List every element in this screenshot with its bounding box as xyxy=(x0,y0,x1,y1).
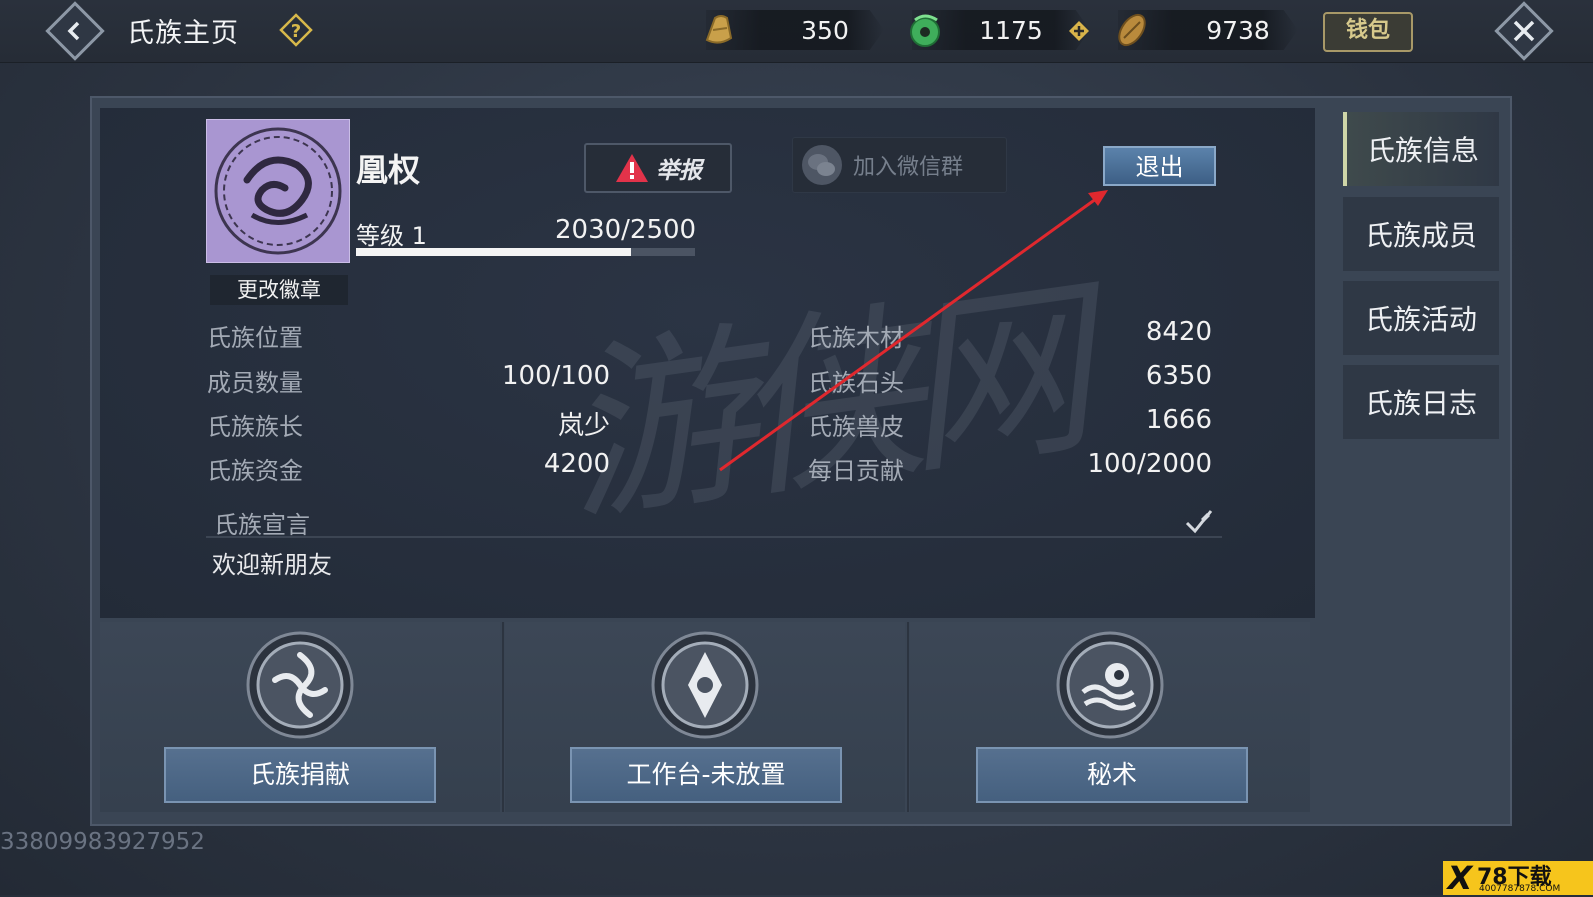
logo-x-mark: X xyxy=(1447,859,1473,897)
clan-level: 等级 1 xyxy=(356,222,427,250)
clan-emblem[interactable] xyxy=(206,119,350,263)
exp-progress-bar xyxy=(356,248,695,256)
top-bar: 氏族主页 ? 350 1175 9738 钱包 xyxy=(0,0,1593,63)
logo-sub-text: 4007787878.COM xyxy=(1479,884,1561,894)
tab-clan-activities[interactable]: 氏族活动 xyxy=(1343,281,1499,355)
stat-label-hide: 氏族兽皮 xyxy=(808,413,904,441)
help-icon[interactable]: ? xyxy=(279,13,313,47)
clan-exp: 2030/2500 xyxy=(555,215,697,245)
site-logo: X 78下载 4007787878.COM xyxy=(1443,859,1593,897)
edit-declaration-icon[interactable] xyxy=(1183,505,1215,537)
stat-value-funds: 4200 xyxy=(543,449,610,479)
stat-label-leader: 氏族族长 xyxy=(207,413,303,441)
join-wechat-group-label: 加入微信群 xyxy=(853,155,964,180)
close-button[interactable] xyxy=(1494,1,1554,61)
stat-value-daily-contribution: 100/2000 xyxy=(1087,449,1212,479)
tab-clan-members[interactable]: 氏族成员 xyxy=(1343,197,1499,271)
jade-coin-icon xyxy=(910,14,940,47)
feature-divider xyxy=(907,622,909,812)
declaration-label: 氏族宣言 xyxy=(214,511,310,539)
join-wechat-group-button[interactable]: 加入微信群 xyxy=(792,137,1007,193)
tab-clan-info[interactable]: 氏族信息 xyxy=(1343,112,1499,186)
report-button[interactable]: 举报 xyxy=(584,143,732,193)
donation-emblem-icon xyxy=(246,631,354,739)
workbench-emblem-icon xyxy=(651,631,759,739)
stat-label-members: 成员数量 xyxy=(207,369,303,397)
stat-label-location: 氏族位置 xyxy=(207,324,303,352)
add-currency-icon[interactable] xyxy=(1068,20,1090,42)
workbench-button[interactable]: 工作台-未放置 xyxy=(570,747,842,803)
declaration-text: 欢迎新朋友 xyxy=(212,551,332,579)
close-icon xyxy=(1513,20,1535,42)
stat-label-wood: 氏族木材 xyxy=(808,324,904,352)
clan-name: 凰权 xyxy=(356,151,421,189)
svg-text:?: ? xyxy=(291,21,301,42)
stat-value-wood: 8420 xyxy=(1145,317,1212,347)
stat-value-members: 100/100 xyxy=(501,361,610,391)
stat-label-daily-contribution: 每日贡献 xyxy=(808,457,904,485)
stat-value-stone: 6350 xyxy=(1145,361,1212,391)
secret-art-button[interactable]: 秘术 xyxy=(976,747,1248,803)
wallet-button[interactable]: 钱包 xyxy=(1323,12,1413,52)
exit-clan-button[interactable]: 退出 xyxy=(1103,146,1216,186)
stat-label-stone: 氏族石头 xyxy=(808,369,904,397)
gold-ingot-icon xyxy=(705,15,733,44)
report-label: 举报 xyxy=(656,158,702,184)
declaration-divider xyxy=(206,536,1222,538)
chevron-left-icon xyxy=(67,21,80,41)
copper-coin-icon xyxy=(1118,13,1146,47)
page-title: 氏族主页 xyxy=(127,18,239,49)
secret-art-emblem-icon xyxy=(1056,631,1164,739)
stat-label-funds: 氏族资金 xyxy=(207,457,303,485)
change-badge-button[interactable]: 更改徽章 xyxy=(210,275,348,305)
clan-donation-button[interactable]: 氏族捐献 xyxy=(164,747,436,803)
tab-clan-log[interactable]: 氏族日志 xyxy=(1343,365,1499,439)
user-id: 33809983927952 xyxy=(0,829,205,855)
back-button[interactable] xyxy=(45,1,105,61)
feature-divider xyxy=(502,622,504,812)
warning-icon xyxy=(616,154,648,182)
wechat-icon xyxy=(802,145,842,185)
stat-value-hide: 1666 xyxy=(1145,405,1212,435)
stat-value-leader: 岚少 xyxy=(557,411,610,441)
exp-progress-fill xyxy=(356,248,632,256)
